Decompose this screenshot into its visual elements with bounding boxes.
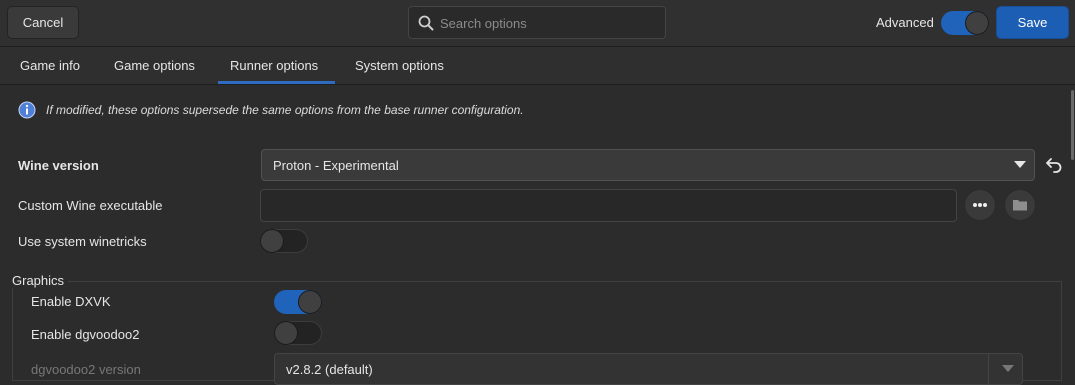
dxvk-toggle[interactable] [274, 290, 322, 314]
dropdown-divider [988, 354, 989, 384]
active-tab-indicator [218, 81, 335, 84]
chevron-down-icon [1014, 161, 1026, 168]
search-input[interactable]: Search options [408, 6, 666, 39]
wine-version-label: Wine version [18, 158, 99, 173]
custom-wine-label: Custom Wine executable [18, 198, 163, 213]
graphics-title: Graphics [12, 273, 69, 288]
advanced-toggle[interactable] [941, 11, 989, 35]
search-placeholder: Search options [440, 16, 527, 31]
dxvk-label: Enable DXVK [31, 294, 111, 309]
cancel-button[interactable]: Cancel [7, 6, 79, 39]
tab-runner-options[interactable]: Runner options [230, 58, 318, 73]
dgvoodoo2-version-dropdown: v2.8.2 (default) [274, 353, 1023, 385]
tab-game-info[interactable]: Game info [20, 58, 80, 73]
dgvoodoo2-label: Enable dgvoodoo2 [31, 327, 140, 342]
folder-icon [1013, 200, 1027, 211]
dgvoodoo2-version-label: dgvoodoo2 version [31, 362, 141, 377]
toggle-knob [275, 322, 297, 344]
reset-icon[interactable] [1045, 156, 1063, 177]
winetricks-label: Use system winetricks [18, 234, 147, 249]
toggle-knob [966, 12, 988, 34]
more-options-button[interactable] [964, 189, 996, 221]
browse-folder-button[interactable] [1004, 189, 1036, 221]
custom-wine-field[interactable] [260, 189, 957, 222]
save-button[interactable]: Save [996, 6, 1069, 39]
chevron-down-icon [1002, 365, 1014, 372]
info-icon [18, 101, 36, 122]
tab-game-options[interactable]: Game options [114, 58, 195, 73]
search-icon [418, 15, 434, 34]
tab-system-options[interactable]: System options [355, 58, 444, 73]
wine-version-dropdown[interactable]: Proton - Experimental [261, 149, 1035, 181]
dgvoodoo2-toggle[interactable] [274, 321, 322, 345]
wine-version-value: Proton - Experimental [273, 158, 399, 173]
toggle-knob [299, 291, 321, 313]
ellipsis-icon [973, 203, 987, 207]
info-message: If modified, these options supersede the… [46, 103, 524, 117]
winetricks-toggle[interactable] [260, 229, 308, 253]
dgvoodoo2-version-value: v2.8.2 (default) [286, 362, 373, 377]
scrollbar[interactable] [1071, 90, 1074, 160]
toggle-knob [261, 230, 283, 252]
advanced-label: Advanced [876, 15, 934, 30]
